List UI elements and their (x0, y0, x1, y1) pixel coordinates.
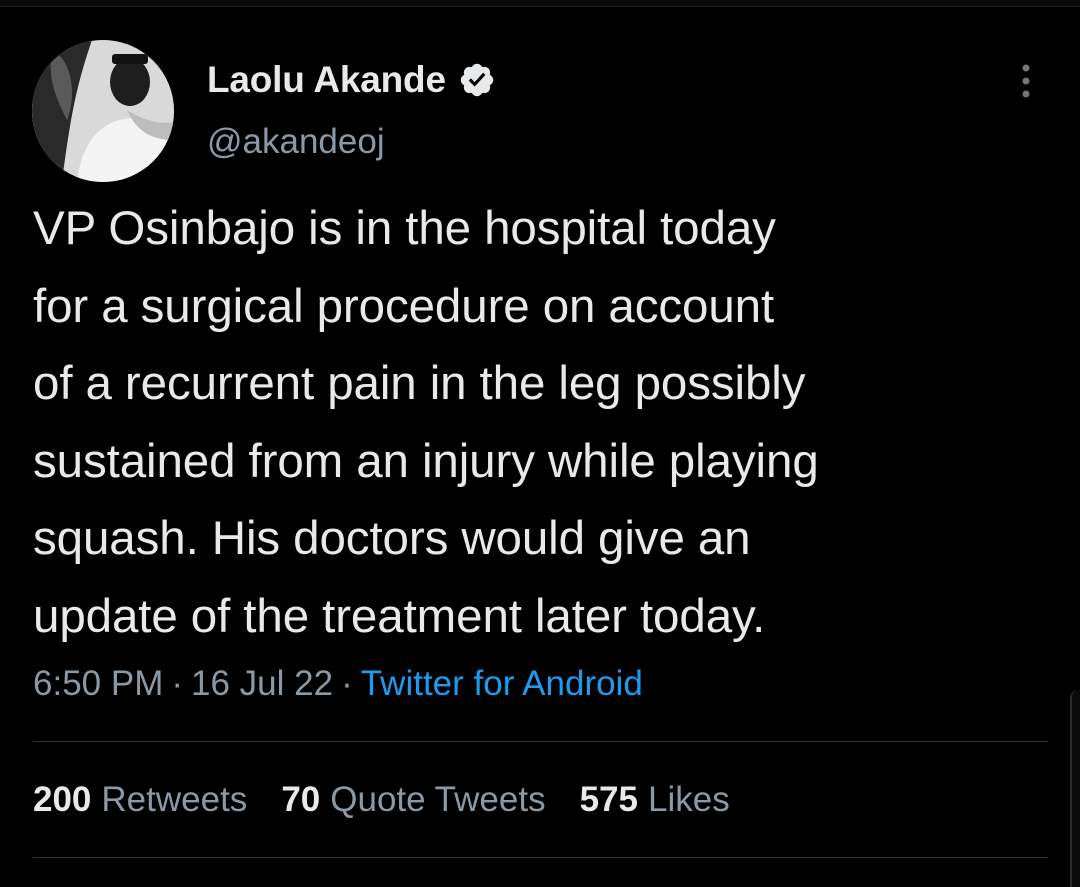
author-name-text[interactable]: Laolu Akande (207, 56, 446, 104)
top-edge (0, 0, 1080, 7)
tweet-date[interactable]: 16 Jul 22 (191, 664, 333, 703)
likes-stat[interactable]: 575 Likes (580, 778, 730, 822)
divider (33, 857, 1048, 858)
tweet-text: VP Osinbajo is in the hospital today for… (33, 202, 819, 643)
quote-tweets-count: 70 (281, 780, 321, 819)
avatar-photo (32, 40, 174, 182)
tweet-metadata: 6:50 PM · 16 Jul 22 · Twitter for Android (33, 662, 643, 706)
meta-separator: · (341, 664, 353, 703)
likes-label: Likes (647, 780, 730, 819)
quote-tweets-stat[interactable]: 70 Quote Tweets (281, 778, 545, 822)
retweets-count: 200 (33, 780, 92, 819)
likes-count: 575 (579, 780, 638, 819)
tweet-source-link[interactable]: Twitter for Android (361, 664, 643, 703)
verified-badge-icon (458, 61, 496, 99)
retweets-stat[interactable]: 200 Retweets (33, 778, 247, 822)
tweet-time[interactable]: 6:50 PM (33, 664, 163, 703)
adjacent-panel-edge (1070, 690, 1080, 887)
divider (33, 741, 1048, 742)
meta-separator: · (171, 664, 184, 703)
retweets-label: Retweets (101, 780, 248, 819)
avatar[interactable] (32, 40, 174, 182)
more-options-icon[interactable] (1010, 62, 1042, 102)
author-display-name[interactable]: Laolu Akande (207, 56, 496, 104)
author-handle[interactable]: @akandeoj (207, 120, 385, 164)
engagement-stats: 200 Retweets 70 Quote Tweets 575 Likes (33, 778, 730, 822)
quote-tweets-label: Quote Tweets (330, 780, 546, 819)
